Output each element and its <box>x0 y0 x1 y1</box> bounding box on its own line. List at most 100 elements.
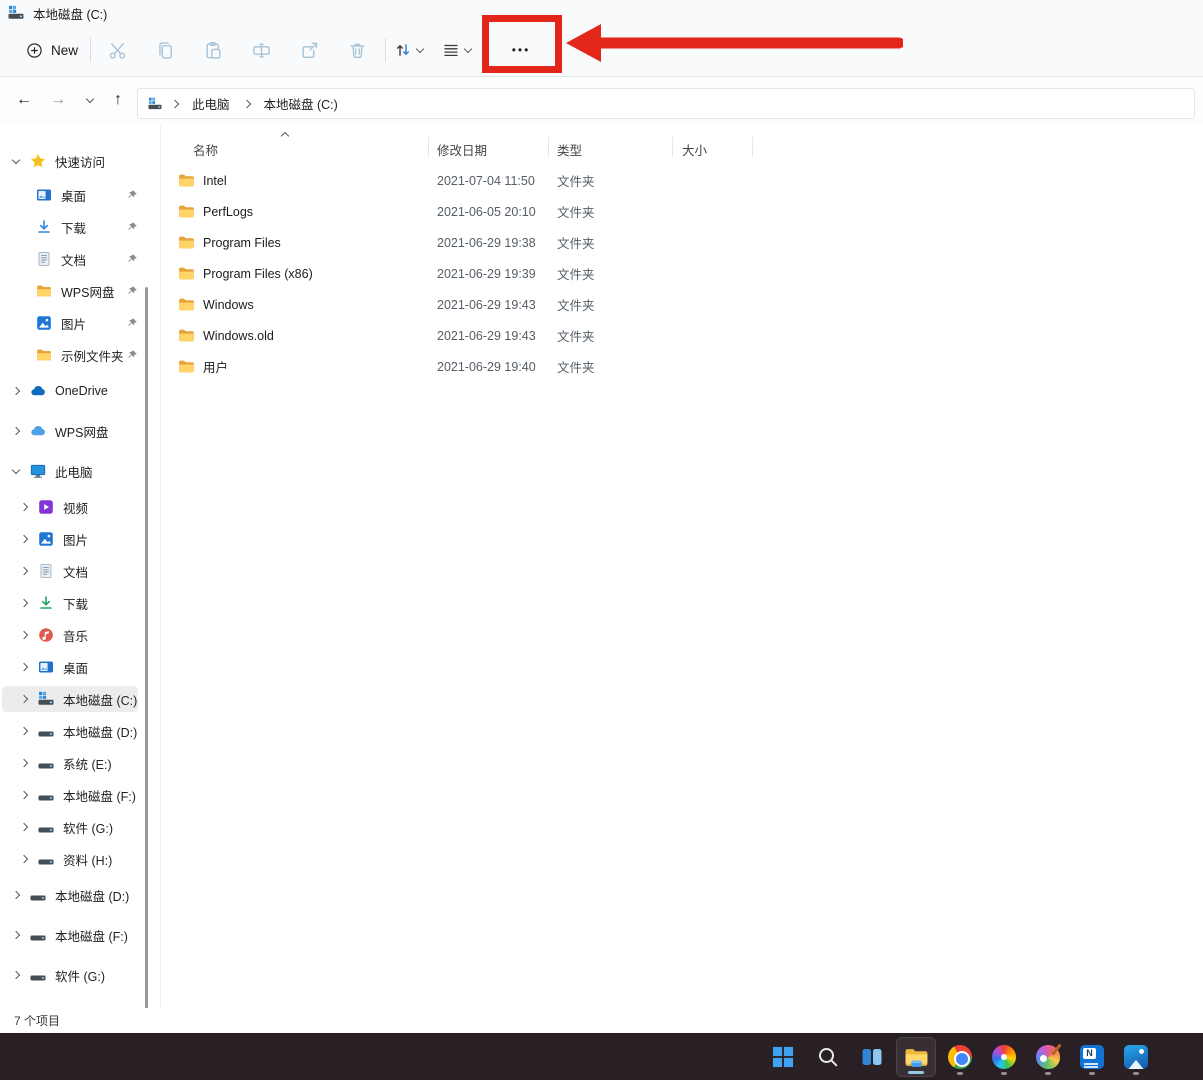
titlebar: 本地磁盘 (C:) <box>8 4 107 22</box>
drive-icon <box>38 723 54 739</box>
rename-icon <box>252 41 271 60</box>
copy-button[interactable] <box>147 34 183 66</box>
taskbar-photos[interactable] <box>1116 1037 1156 1077</box>
sidebar-item-downloads-pinned[interactable]: 下载 <box>0 211 160 243</box>
sidebar-item-wps-cloud[interactable]: WPS网盘 <box>0 411 160 451</box>
sidebar-item-wps-folder-pinned[interactable]: WPS网盘 <box>0 275 160 307</box>
chevron-right-icon <box>12 387 20 395</box>
sidebar-item-local-disk-f-root[interactable]: 本地磁盘 (F:) <box>0 915 160 955</box>
sidebar-item-local-disk-d[interactable]: 本地磁盘 (D:) <box>0 715 160 747</box>
drive-c-icon <box>38 691 54 707</box>
star-icon <box>30 153 46 169</box>
chevron-right-icon <box>20 759 28 767</box>
sidebar-item-pictures[interactable]: 图片 <box>0 523 160 555</box>
search-button[interactable] <box>808 1037 848 1077</box>
drive-c-icon <box>148 97 162 111</box>
sort-button[interactable] <box>395 34 423 66</box>
sidebar-item-documents[interactable]: 文档 <box>0 555 160 587</box>
cut-button[interactable] <box>99 34 135 66</box>
file-row-windows-old[interactable]: Windows.old 2021-06-29 19:43 文件夹 <box>170 320 1203 351</box>
column-divider[interactable] <box>428 137 429 157</box>
sidebar-item-downloads[interactable]: 下载 <box>0 587 160 619</box>
address-bar[interactable]: 此电脑 本地磁盘 (C:) <box>137 88 1195 119</box>
folder-icon <box>36 347 52 363</box>
pin-icon <box>126 285 138 297</box>
taskbar-paint-app[interactable] <box>1028 1037 1068 1077</box>
file-row-program-files[interactable]: Program Files 2021-06-29 19:38 文件夹 <box>170 227 1203 258</box>
taskbar-color-wheel-app[interactable] <box>984 1037 1024 1077</box>
sidebar-item-software-g[interactable]: 软件 (G:) <box>0 811 160 843</box>
file-row-intel[interactable]: Intel 2021-07-04 11:50 文件夹 <box>170 165 1203 196</box>
document-icon <box>38 563 54 579</box>
download-icon <box>36 219 52 235</box>
view-button[interactable] <box>443 34 471 66</box>
running-indicator <box>957 1072 963 1075</box>
new-button[interactable]: New <box>16 34 88 66</box>
back-button[interactable]: ← <box>10 86 38 114</box>
file-row-perflogs[interactable]: PerfLogs 2021-06-05 20:10 文件夹 <box>170 196 1203 227</box>
sidebar-item-onedrive[interactable]: OneDrive <box>0 371 160 411</box>
column-header-name[interactable]: 名称 <box>170 140 430 159</box>
share-button[interactable] <box>291 34 327 66</box>
paste-button[interactable] <box>195 34 231 66</box>
paint-palette-icon <box>1036 1045 1060 1069</box>
ellipsis-icon: ••• <box>512 43 531 57</box>
photos-icon <box>1124 1045 1148 1069</box>
sidebar-item-local-disk-c[interactable]: 本地磁盘 (C:) <box>0 683 160 715</box>
sidebar-item-desktop-pinned[interactable]: 桌面 <box>0 179 160 211</box>
sidebar-item-documents-pinned[interactable]: 文档 <box>0 243 160 275</box>
file-list: Intel 2021-07-04 11:50 文件夹 PerfLogs 2021… <box>170 165 1203 382</box>
taskbar-file-explorer[interactable] <box>896 1037 936 1077</box>
document-icon <box>36 251 52 267</box>
breadcrumb-this-pc[interactable]: 此电脑 <box>188 92 234 115</box>
file-row-windows[interactable]: Windows 2021-06-29 19:43 文件夹 <box>170 289 1203 320</box>
file-row-users[interactable]: 用户 2021-06-29 19:40 文件夹 <box>170 351 1203 382</box>
file-row-program-files-x86[interactable]: Program Files (x86) 2021-06-29 19:39 文件夹 <box>170 258 1203 289</box>
plus-circle-icon <box>26 42 43 59</box>
forward-button[interactable]: → <box>44 86 72 114</box>
task-view-button[interactable] <box>852 1037 892 1077</box>
videos-icon <box>38 499 54 515</box>
running-indicator <box>1001 1072 1007 1075</box>
history-dropdown-button[interactable] <box>76 86 104 114</box>
sidebar-item-local-disk-f[interactable]: 本地磁盘 (F:) <box>0 779 160 811</box>
sidebar-item-system-e[interactable]: 系统 (E:) <box>0 747 160 779</box>
sidebar-item-videos[interactable]: 视频 <box>0 491 160 523</box>
up-button[interactable]: ↑ <box>104 86 132 114</box>
breadcrumb-local-disk-c[interactable]: 本地磁盘 (C:) <box>260 92 342 115</box>
sidebar-item-this-pc[interactable]: 此电脑 <box>0 451 160 491</box>
pane-divider <box>160 125 161 1008</box>
delete-button[interactable] <box>339 34 375 66</box>
column-header-size[interactable]: 大小 <box>672 140 754 159</box>
column-divider[interactable] <box>672 137 673 157</box>
desktop-icon <box>38 659 54 675</box>
column-header-type[interactable]: 类型 <box>550 140 672 159</box>
taskbar <box>0 1033 1203 1080</box>
sidebar-item-pictures-pinned[interactable]: 图片 <box>0 307 160 339</box>
sidebar-scrollbar[interactable] <box>145 287 148 1031</box>
chevron-right-icon <box>20 503 28 511</box>
start-button[interactable] <box>763 1037 803 1077</box>
active-indicator <box>908 1071 924 1074</box>
sidebar-item-music[interactable]: 音乐 <box>0 619 160 651</box>
taskbar-chrome[interactable] <box>940 1037 980 1077</box>
sidebar-item-sample-folder-pinned[interactable]: 示例文件夹 <box>0 339 160 371</box>
sidebar-item-local-disk-d-root[interactable]: 本地磁盘 (D:) <box>0 875 160 915</box>
rename-button[interactable] <box>243 34 279 66</box>
sidebar-item-quick-access[interactable]: 快速访问 <box>0 143 160 179</box>
running-indicator <box>1045 1072 1051 1075</box>
sidebar-item-desktop[interactable]: 桌面 <box>0 651 160 683</box>
sidebar-item-software-g-root[interactable]: 软件 (G:) <box>0 955 160 995</box>
cut-icon <box>108 41 127 60</box>
chevron-right-icon <box>20 695 28 703</box>
column-divider[interactable] <box>548 137 549 157</box>
chevron-right-icon <box>20 727 28 735</box>
sidebar-item-data-h[interactable]: 资料 (H:) <box>0 843 160 875</box>
see-more-button[interactable]: ••• <box>497 34 545 66</box>
column-divider[interactable] <box>752 137 753 157</box>
column-header-date-modified[interactable]: 修改日期 <box>430 140 550 159</box>
taskbar-notes-app[interactable] <box>1072 1037 1112 1077</box>
chevron-right-icon <box>20 599 28 607</box>
onedrive-cloud-icon <box>30 383 46 399</box>
item-count: 7 个项目 <box>14 1012 60 1029</box>
